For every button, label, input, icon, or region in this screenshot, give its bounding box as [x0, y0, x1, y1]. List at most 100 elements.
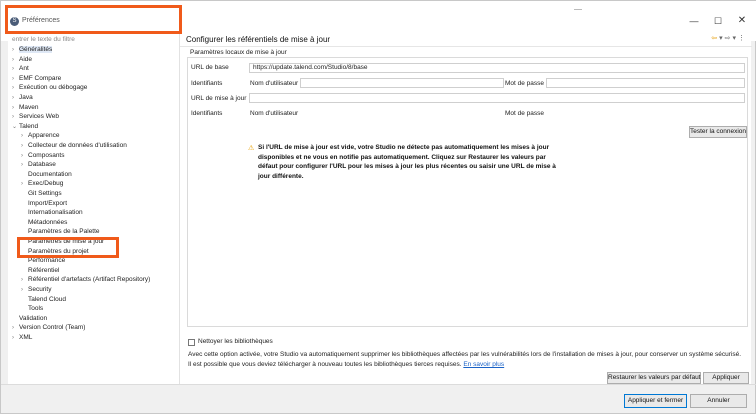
update-url-input[interactable] — [249, 93, 745, 103]
credentials-label-2: Identifiants — [191, 110, 223, 117]
tree-item[interactable]: › EMF Compare — [12, 74, 61, 84]
tree-item[interactable]: › Composants — [21, 151, 65, 161]
highlight-frame-title — [5, 5, 182, 34]
tree-item[interactable]: › Généralités — [12, 45, 53, 55]
tree-item[interactable]: › Database — [21, 160, 56, 170]
username-label: Nom d'utilisateur — [250, 80, 299, 87]
section-label: Paramètres locaux de mise à jour — [190, 49, 287, 56]
base-url-input[interactable]: https://update.talend.com/Studio/8/base — [249, 63, 745, 73]
tree-item[interactable]: Git Settings — [21, 189, 62, 199]
tree-item-label: Aide — [19, 55, 33, 63]
tree-item-label: Internationalisation — [28, 209, 83, 217]
window-divider — [574, 9, 582, 10]
tree-item[interactable]: Paramètres de la Palette — [21, 227, 100, 237]
tree-item[interactable]: Référentiel — [21, 266, 59, 276]
preferences-tree-pane: entrer le texte du filtre › Généralités › A… — [8, 34, 179, 384]
chevron-down-icon[interactable]: ⌄ — [12, 123, 19, 133]
preference-page: Configurer les référentiels de mise à jo… — [179, 34, 752, 384]
password-label-2: Mot de passe — [505, 110, 545, 117]
tree-item-label: Apparence — [28, 132, 60, 140]
apply-and-close-button[interactable]: Appliquer et fermer — [624, 394, 687, 408]
tree-item-label: Exécution ou débogage — [19, 84, 88, 92]
tree-item-label: Version Control (Team) — [19, 324, 86, 332]
tree-item-label: Talend Cloud — [28, 295, 66, 303]
warning-message: Si l'URL de mise à jour est vide, votre … — [258, 144, 556, 180]
update-settings-group: URL de base https://update.talend.com/St… — [187, 57, 748, 327]
tree-item-label: Java — [19, 94, 33, 101]
tree-item[interactable]: › XML — [12, 333, 32, 343]
tree-item-label: Paramètres de la Palette — [28, 228, 100, 236]
tree-item-label: Git Settings — [28, 190, 62, 197]
learn-more-link[interactable]: En savoir plus — [463, 361, 504, 368]
menu-icon[interactable]: ⋮ — [738, 35, 747, 42]
apply-button[interactable]: Appliquer — [703, 372, 749, 384]
tree-item-label: Exec/Debug — [28, 180, 64, 188]
tree-item[interactable]: › Aide — [12, 55, 32, 65]
minimize-button[interactable]: — — [684, 13, 704, 29]
clean-libraries-label: Nettoyer les bibliothèques — [198, 338, 273, 345]
username-label-2: Nom d'utilisateur — [250, 110, 299, 117]
tree-item[interactable]: › Collecteur de données d'utilisation — [21, 141, 127, 151]
credentials-label: Identifiants — [191, 80, 223, 87]
warning-icon: ⚠ — [248, 145, 255, 152]
title-separator — [180, 46, 752, 47]
tree-item[interactable]: › Apparence — [21, 131, 59, 141]
username-input[interactable] — [300, 78, 504, 88]
close-button[interactable]: ✕ — [732, 13, 752, 29]
page-toolbar: ⇦▾⇨▾⋮ — [711, 34, 747, 42]
tree-item[interactable]: › Maven — [12, 103, 39, 113]
tree-item-label: Database — [28, 161, 56, 169]
tree-item[interactable]: Métadonnées — [21, 218, 67, 228]
tree-item[interactable]: Internationalisation — [21, 208, 83, 218]
preferences-window: S Préférences — ☐ ✕ entrer le texte du f… — [0, 0, 756, 414]
base-url-label: URL de base — [191, 64, 229, 71]
clean-libraries-checkbox[interactable] — [188, 339, 195, 346]
tree-item-label: Ant — [19, 65, 29, 73]
tree-item[interactable]: Talend Cloud — [21, 295, 66, 305]
tree-item-label: Référentiel d'artefacts (Artifact Reposi… — [28, 276, 151, 284]
tree-item-label: Collecteur de données d'utilisation — [28, 142, 127, 149]
password-input[interactable] — [546, 78, 745, 88]
tree-item[interactable]: Tools — [21, 304, 43, 314]
update-url-label: URL de mise à jour — [191, 95, 247, 102]
maximize-button[interactable]: ☐ — [708, 13, 728, 29]
tree-item-label: Documentation — [28, 170, 72, 178]
tree-item[interactable]: Import/Export — [21, 199, 67, 209]
highlight-frame-update-settings — [17, 237, 119, 258]
tree-item-label: Services Web — [19, 113, 59, 121]
tree-item[interactable]: ⌄ Talend — [12, 122, 38, 132]
tree-item-label: Validation — [19, 314, 48, 322]
tree-item[interactable]: › Version Control (Team) — [12, 323, 85, 333]
cancel-button[interactable]: Annuler — [690, 394, 747, 408]
tree-item[interactable]: › Exécution ou débogage — [12, 83, 87, 93]
tree-item-label: Import/Export — [28, 199, 68, 207]
tree-item-label: EMF Compare — [19, 74, 62, 82]
tree-item-label: Security — [28, 286, 52, 293]
tree-item-label: Métadonnées — [28, 218, 68, 226]
tree-item[interactable]: Documentation — [21, 170, 72, 180]
tree-item-label: Tools — [28, 305, 44, 313]
back-arrow-icon[interactable]: ⇦ — [711, 35, 719, 42]
tree-item[interactable]: Validation — [12, 314, 47, 324]
tree-item[interactable]: › Référentiel d'artefacts (Artifact Repos… — [21, 275, 150, 285]
tree-item-label: Généralités — [19, 46, 53, 53]
page-title: Configurer les référentiels de mise à jo… — [186, 35, 331, 44]
chevron-right-icon[interactable]: › — [12, 334, 19, 344]
tree-item-label: Performance — [28, 257, 66, 265]
tree-item[interactable]: › Exec/Debug — [21, 179, 63, 189]
footer-separator — [1, 384, 756, 385]
tree-item[interactable]: › Security — [21, 285, 51, 295]
clean-libraries-note: Avec cette option activée, votre Studio … — [188, 350, 744, 370]
tree-item[interactable]: › Ant — [12, 64, 29, 74]
tree-item-label: XML — [19, 334, 33, 341]
tree-item-label: Composants — [28, 151, 65, 159]
tree-item-label: Référentiel — [28, 266, 60, 274]
filter-input[interactable]: entrer le texte du filtre — [12, 35, 172, 44]
tree-item[interactable]: › Java — [12, 93, 33, 103]
test-connection-button[interactable]: Tester la connexion — [689, 126, 747, 138]
tree-item-label: Talend — [19, 122, 39, 130]
password-label: Mot de passe — [505, 80, 545, 87]
restore-defaults-button[interactable]: Restaurer les valeurs par défaut — [607, 372, 701, 384]
tree-item-label: Maven — [19, 103, 39, 111]
tree-item[interactable]: › Services Web — [12, 112, 59, 122]
